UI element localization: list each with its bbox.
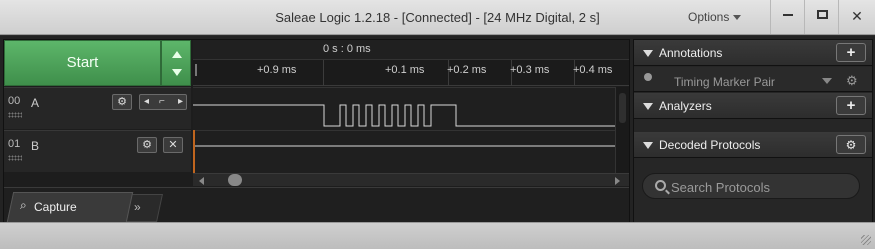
gear-icon: ⚙ [142, 139, 152, 151]
main-area: Start 0 s : 0 ms +0.9 ms +0.1 ms +0.2 ms… [0, 36, 875, 223]
start-options-spinner[interactable] [161, 40, 191, 86]
vertical-scrollbar[interactable] [615, 87, 629, 173]
close-icon: ✕ [168, 139, 178, 151]
ruler-top-band: 0 s : 0 ms [193, 40, 629, 60]
drag-handle-icon[interactable] [8, 112, 22, 118]
start-button[interactable]: Start [4, 40, 161, 86]
plus-icon: + [846, 97, 856, 114]
chevron-right-icon[interactable]: ▸ [178, 95, 183, 109]
close-button[interactable]: ✕ [838, 0, 875, 34]
resize-grip-icon[interactable] [861, 235, 871, 245]
window-title: Saleae Logic 1.2.18 - [Connected] - [24 … [275, 10, 600, 25]
marker-pin-icon [644, 73, 652, 81]
title-bar: Saleae Logic 1.2.18 - [Connected] - [24 … [0, 0, 875, 35]
horizontal-scrollbar[interactable] [193, 173, 629, 186]
tick-label: +0.4 ms [573, 64, 613, 76]
search-protocols-input[interactable] [671, 178, 851, 196]
waveform-b [193, 145, 615, 147]
add-analyzer-button[interactable]: + [836, 96, 866, 115]
search-list-icon: ⌕ [20, 198, 27, 212]
waveform-row-a [193, 87, 615, 129]
gear-icon: ⚙ [117, 96, 127, 108]
scroll-left-icon[interactable] [199, 177, 204, 185]
chevron-down-icon [733, 15, 742, 21]
tab-capture-label[interactable]: Capture [34, 200, 77, 214]
channel-number: 00 [8, 95, 21, 107]
decoded-settings-button[interactable]: ⚙ [836, 135, 866, 154]
rising-edge-icon[interactable]: ⌐ [159, 95, 165, 109]
trigger-clear-button[interactable]: ✕ [163, 137, 183, 153]
decoded-protocols-header[interactable]: Decoded Protocols ⚙ [634, 132, 872, 158]
scroll-right-icon[interactable] [615, 177, 620, 185]
drag-handle-icon[interactable] [8, 155, 22, 161]
triangle-down-icon[interactable] [172, 69, 182, 76]
channel-row-b[interactable]: 01 B ⚙ ✕ [4, 130, 191, 172]
status-bar [0, 222, 875, 249]
tick-label: +0.9 ms [257, 64, 297, 76]
bottom-tab-bar: » ⌕ Capture [4, 187, 629, 223]
options-menu[interactable]: Options [688, 10, 742, 24]
annotations-title: Annotations [659, 46, 723, 60]
double-chevron-icon[interactable]: » [134, 200, 141, 214]
channel-name[interactable]: B [31, 139, 39, 153]
scroll-thumb[interactable] [619, 93, 626, 123]
maximize-icon [817, 10, 828, 19]
options-label[interactable]: Options [688, 10, 729, 24]
gear-icon[interactable]: ⚙ [846, 73, 858, 89]
ruler-center-label: 0 s : 0 ms [323, 43, 371, 55]
waveform-area[interactable] [193, 87, 615, 173]
triangle-up-icon[interactable] [172, 51, 182, 58]
add-annotation-button[interactable]: + [836, 43, 866, 62]
tick-label: +0.1 ms [385, 64, 425, 76]
time-ruler[interactable]: 0 s : 0 ms +0.9 ms +0.1 ms +0.2 ms +0.3 … [193, 40, 629, 86]
waveform-panel: Start 0 s : 0 ms +0.9 ms +0.1 ms +0.2 ms… [3, 39, 630, 223]
side-panel: Annotations + Timing Marker Pair ⚙ Analy… [633, 39, 873, 223]
maximize-button[interactable] [804, 0, 838, 34]
search-icon [655, 180, 666, 191]
collapse-triangle-icon[interactable] [643, 142, 653, 149]
chevron-left-icon[interactable]: ◂ [144, 95, 149, 109]
search-protocols-box[interactable] [642, 173, 860, 199]
channel-settings-button[interactable]: ⚙ [112, 94, 132, 110]
ruler-handle[interactable] [195, 64, 197, 76]
timing-marker-label: Timing Marker Pair [674, 75, 775, 89]
scroll-knob[interactable] [228, 174, 242, 186]
minimize-button[interactable] [770, 0, 804, 34]
trigger-selector[interactable]: ◂ ⌐ ▸ [139, 94, 187, 110]
plus-icon: + [846, 44, 856, 61]
tick-label: +0.3 ms [510, 64, 550, 76]
collapse-triangle-icon[interactable] [643, 50, 653, 57]
channel-settings-button[interactable]: ⚙ [137, 137, 157, 153]
chevron-down-icon[interactable] [822, 78, 832, 84]
collapse-triangle-icon[interactable] [643, 103, 653, 110]
trigger-marker [193, 130, 195, 173]
decoded-protocols-title: Decoded Protocols [659, 138, 761, 152]
close-icon: ✕ [851, 8, 863, 24]
annotations-header[interactable]: Annotations + [634, 40, 872, 66]
tick-line [323, 60, 324, 86]
gear-icon: ⚙ [845, 138, 857, 152]
channel-name[interactable]: A [31, 96, 39, 110]
waveform-row-b [193, 130, 615, 172]
analyzers-title: Analyzers [659, 99, 712, 113]
minimize-icon [783, 14, 793, 16]
tick-label: +0.2 ms [447, 64, 487, 76]
waveform-a [193, 104, 615, 127]
channel-row-a[interactable]: 00 A ⚙ ◂ ⌐ ▸ [4, 87, 191, 129]
timing-marker-row[interactable]: Timing Marker Pair ⚙ [634, 67, 872, 92]
channel-number: 01 [8, 138, 21, 150]
analyzers-header[interactable]: Analyzers + [634, 93, 872, 119]
